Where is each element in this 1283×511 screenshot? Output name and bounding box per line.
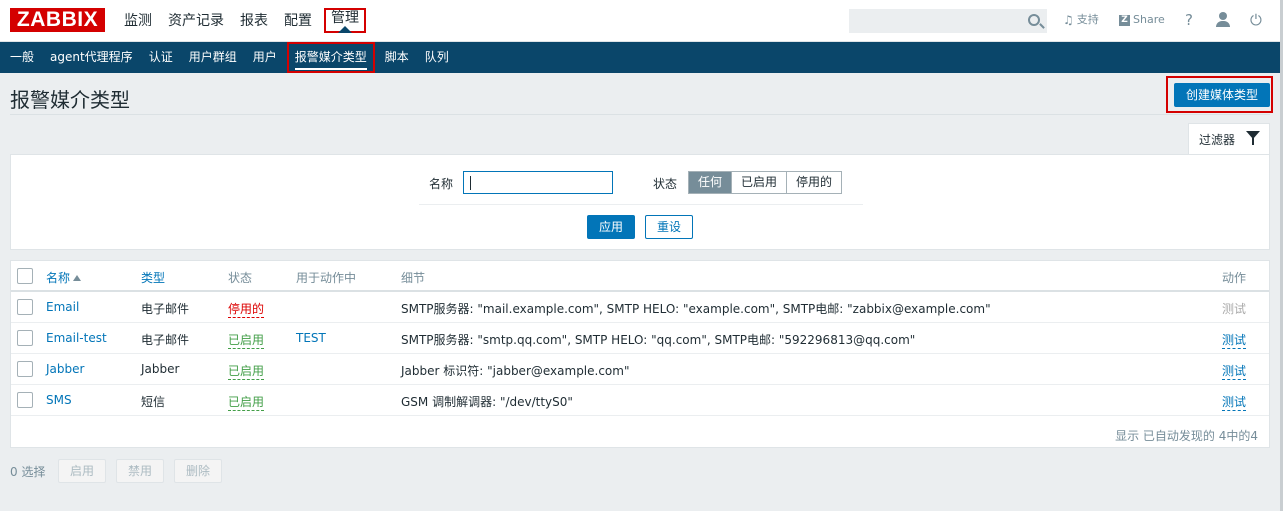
media-type: 电子邮件 — [141, 302, 190, 316]
row-checkbox[interactable] — [17, 392, 33, 408]
status-toggle[interactable]: 已启用 — [228, 362, 265, 380]
used-in-action-link[interactable]: TEST — [296, 331, 326, 345]
nav-reports[interactable]: 报表 — [232, 0, 276, 42]
main-nav: 监测 资产记录 报表 配置 管理 — [116, 0, 366, 42]
zabbix-logo[interactable]: ZABBIX — [10, 8, 105, 32]
user-profile-icon[interactable] — [1216, 12, 1230, 28]
create-media-type-highlight: 创建媒体类型 — [1166, 76, 1273, 113]
table-header: 名称 类型 状态 用于动作中 细节 动作 — [11, 261, 1269, 292]
row-checkbox[interactable] — [17, 361, 33, 377]
status-option-any[interactable]: 任何 — [689, 172, 732, 193]
table-row: Email 电子邮件 停用的 SMTP服务器: "mail.example.co… — [11, 292, 1269, 323]
media-name-link[interactable]: Jabber — [46, 362, 84, 376]
row-checkbox[interactable] — [17, 330, 33, 346]
filter-status-toggle: 任何 已启用 停用的 — [688, 171, 843, 194]
enable-button[interactable]: 启用 — [58, 459, 106, 483]
support-label: 支持 — [1076, 13, 1099, 26]
create-media-type-button[interactable]: 创建媒体类型 — [1174, 83, 1270, 107]
status-toggle[interactable]: 已启用 — [228, 331, 265, 349]
subnav-media-types[interactable]: 报警媒介类型 — [286, 42, 375, 73]
nav-inventory[interactable]: 资产记录 — [160, 0, 232, 42]
header-used-in-actions: 用于动作中 — [296, 271, 357, 285]
header-name-label: 名称 — [46, 271, 71, 285]
table-row: Jabber Jabber 已启用 Jabber 标识符: "jabber@ex… — [11, 354, 1269, 385]
support-link[interactable]: ♫ 支持 — [1063, 13, 1099, 27]
sort-asc-icon — [73, 275, 82, 281]
apply-button[interactable]: 应用 — [587, 215, 635, 239]
nav-monitoring[interactable]: 监测 — [116, 0, 160, 42]
filter-icon — [1246, 131, 1260, 145]
media-types-table: 名称 类型 状态 用于动作中 细节 动作 Email 电子邮件 停用的 SMTP… — [10, 260, 1270, 448]
top-header: ZABBIX 监测 资产记录 报表 配置 管理 ♫ 支持 Z Share ? ⏻ — [0, 0, 1283, 42]
power-icon[interactable]: ⏻ — [1250, 11, 1262, 29]
share-icon: Z — [1119, 14, 1130, 26]
test-link-disabled: 测试 — [1222, 302, 1247, 316]
selected-count: 0 选择 — [10, 465, 46, 479]
nav-configuration[interactable]: 配置 — [276, 0, 320, 42]
subnav-general[interactable]: 一般 — [2, 42, 42, 73]
filter-status-label: 状态 — [653, 177, 678, 191]
disable-button[interactable]: 禁用 — [116, 459, 164, 483]
search-icon[interactable] — [1028, 14, 1040, 26]
share-link[interactable]: Z Share — [1119, 13, 1165, 27]
header-name[interactable]: 名称 — [46, 269, 82, 286]
media-name-link[interactable]: SMS — [46, 393, 72, 407]
filter-tab[interactable]: 过滤器 — [1188, 123, 1270, 155]
title-divider — [10, 114, 1270, 115]
filter-divider — [419, 204, 863, 205]
reset-button[interactable]: 重设 — [645, 215, 693, 239]
filter-tab-label: 过滤器 — [1199, 133, 1236, 147]
subnav-proxies[interactable]: agent代理程序 — [42, 42, 141, 73]
share-label: Share — [1133, 13, 1165, 26]
subnav-scripts[interactable]: 脚本 — [377, 42, 417, 73]
media-name-link[interactable]: Email — [46, 300, 79, 314]
row-checkbox[interactable] — [17, 299, 33, 315]
media-details: SMTP服务器: "smtp.qq.com", SMTP HELO: "qq.c… — [401, 333, 916, 347]
filter-name-label: 名称 — [429, 177, 454, 191]
media-type: Jabber — [141, 362, 180, 376]
table-row: SMS 短信 已启用 GSM 调制解调器: "/dev/ttyS0" 测试 — [11, 385, 1269, 416]
media-name-link[interactable]: Email-test — [46, 331, 107, 345]
media-details: GSM 调制解调器: "/dev/ttyS0" — [401, 395, 573, 409]
subnav-queue[interactable]: 队列 — [417, 42, 457, 73]
header-status: 状态 — [228, 271, 253, 285]
media-type: 电子邮件 — [141, 333, 190, 347]
filter-name-input[interactable] — [463, 171, 613, 194]
nav-administration[interactable]: 管理 — [324, 8, 366, 33]
filter-panel: 名称 状态 任何 已启用 停用的 应用 重设 — [10, 154, 1270, 250]
status-toggle[interactable]: 停用的 — [228, 300, 265, 318]
search-input[interactable] — [849, 9, 1047, 33]
header-type[interactable]: 类型 — [141, 269, 165, 286]
media-details: SMTP服务器: "mail.example.com", SMTP HELO: … — [401, 302, 991, 316]
status-toggle[interactable]: 已启用 — [228, 393, 265, 411]
table-footer-count: 显示 已自动发现的 4中的4 — [1115, 429, 1258, 443]
select-all-checkbox[interactable] — [17, 268, 33, 284]
test-link[interactable]: 测试 — [1222, 331, 1247, 349]
media-details: Jabber 标识符: "jabber@example.com" — [401, 364, 630, 378]
test-link[interactable]: 测试 — [1222, 393, 1247, 411]
test-link[interactable]: 测试 — [1222, 362, 1247, 380]
subnav-users[interactable]: 用户 — [245, 42, 285, 73]
status-option-disabled[interactable]: 停用的 — [786, 172, 841, 193]
headset-icon: ♫ — [1063, 13, 1074, 27]
sub-nav: 一般 agent代理程序 认证 用户群组 用户 报警媒介类型 脚本 队列 — [0, 42, 1283, 73]
header-details: 细节 — [401, 271, 426, 285]
delete-button[interactable]: 删除 — [174, 459, 222, 483]
status-option-enabled[interactable]: 已启用 — [731, 172, 786, 193]
header-action: 动作 — [1222, 271, 1247, 285]
subnav-authentication[interactable]: 认证 — [141, 42, 181, 73]
subnav-user-groups[interactable]: 用户群组 — [181, 42, 245, 73]
page-title: 报警媒介类型 — [10, 88, 130, 112]
media-type: 短信 — [141, 395, 166, 409]
table-row: Email-test 电子邮件 已启用 TEST SMTP服务器: "smtp.… — [11, 323, 1269, 354]
help-icon[interactable]: ? — [1185, 11, 1193, 29]
